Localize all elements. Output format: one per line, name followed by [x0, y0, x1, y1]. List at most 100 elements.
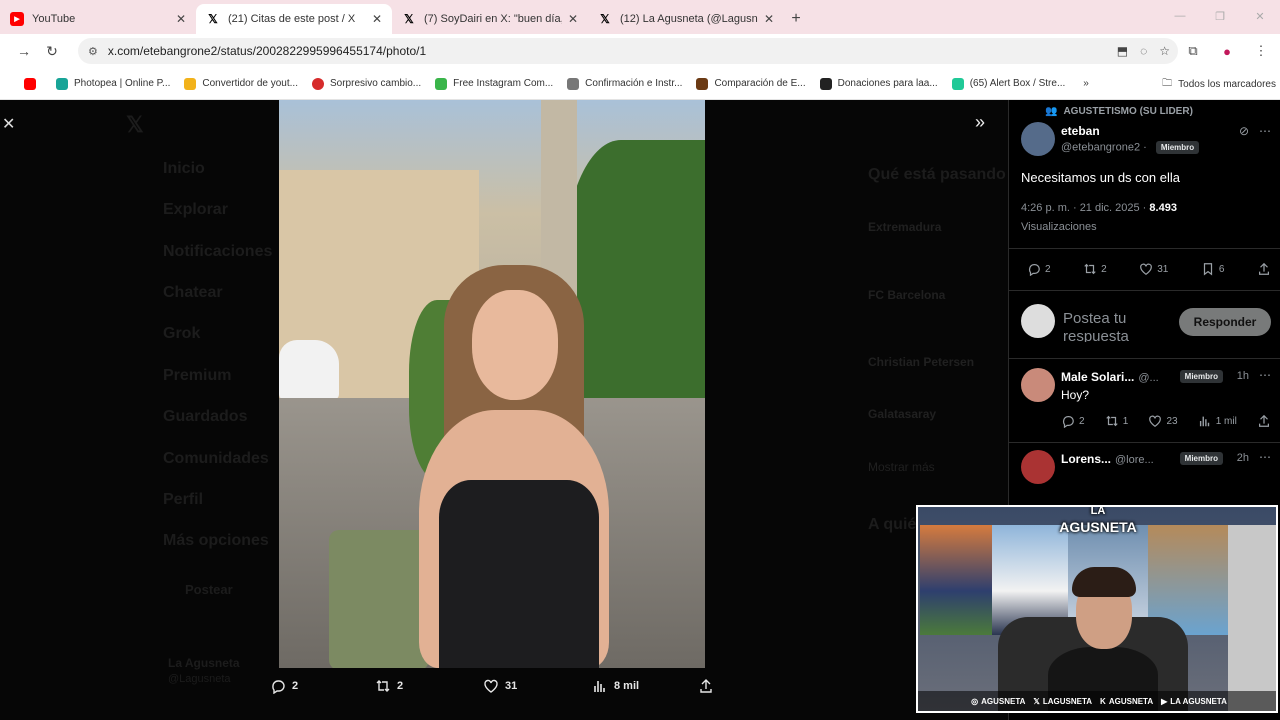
bookmarks-overflow-icon[interactable]: »: [1083, 78, 1089, 89]
repost-button[interactable]: 1: [1105, 414, 1128, 428]
like-button[interactable]: 31: [1139, 262, 1168, 276]
bookmark-star-icon[interactable]: ☆: [1159, 44, 1170, 58]
photo-action-bar: 2 2 31 8 mil: [0, 678, 1000, 702]
extensions-icon[interactable]: ⧉: [1180, 38, 1206, 64]
bookmark-item[interactable]: Convertidor de yout...: [184, 77, 298, 90]
collapse-panel-icon[interactable]: »: [975, 112, 985, 133]
reply-button[interactable]: 2: [1027, 262, 1051, 276]
like-button[interactable]: 31: [483, 678, 517, 694]
share-button[interactable]: [698, 678, 714, 694]
address-bar[interactable]: ⚙ x.com/etebangrone2/status/200282299599…: [78, 38, 1178, 64]
tab-citas-post[interactable]: 𝕏 (21) Citas de este post / X ✕: [196, 4, 392, 34]
divider: [1009, 248, 1280, 249]
nav-item-perfil[interactable]: Perfil: [163, 491, 203, 509]
nav-item-comunidades[interactable]: Comunidades: [163, 450, 269, 468]
post-time[interactable]: 4:26 p. m. · 21 dic. 2025 ·: [1021, 202, 1149, 214]
menu-icon[interactable]: ⋮: [1248, 38, 1274, 64]
grok-icon[interactable]: ⊘: [1239, 124, 1249, 138]
bookmark-item[interactable]: Donaciones para laa...: [819, 77, 938, 90]
avatar[interactable]: [1021, 368, 1055, 402]
bookmark-item[interactable]: Free Instagram Com...: [435, 77, 553, 90]
trend-item[interactable]: Galatasaray: [868, 407, 936, 421]
tab-la-agusneta[interactable]: 𝕏 (12) La Agusneta (@Lagusneta) ✕: [588, 4, 784, 34]
nav-item-explorar[interactable]: Explorar: [163, 201, 228, 219]
forward-icon[interactable]: →: [10, 37, 38, 65]
nav-item-premium[interactable]: Premium: [163, 367, 231, 385]
author-handle[interactable]: @etebangrone2: [1061, 141, 1140, 153]
reply-submit-button[interactable]: Responder: [1179, 308, 1271, 336]
nav-item-guardados[interactable]: Guardados: [163, 408, 247, 426]
all-bookmarks-folder[interactable]: 🗀 Todos los marcadores: [1162, 76, 1276, 93]
reply-time[interactable]: 1h: [1237, 370, 1249, 382]
reply-button[interactable]: 2: [270, 678, 298, 694]
post-button[interactable]: Postear: [185, 582, 233, 597]
reply-author-handle[interactable]: @lore...: [1115, 454, 1154, 466]
folder-icon: 🗀: [1162, 78, 1173, 89]
like-button[interactable]: 23: [1148, 414, 1178, 428]
browser-tab-bar: ▶ YouTube ✕ 𝕏 (21) Citas de este post / …: [0, 0, 1280, 34]
bookmark-item[interactable]: Photopea | Online P...: [56, 77, 170, 90]
donation-icon: [819, 77, 832, 90]
show-more-link[interactable]: Mostrar más: [868, 460, 935, 474]
more-options-icon[interactable]: ⋯: [1259, 124, 1271, 138]
nav-item-mas-opciones[interactable]: Más opciones: [163, 532, 269, 550]
site-info-icon[interactable]: ⚙: [88, 45, 98, 58]
community-label[interactable]: 👥 AGUSTETISMO (SU LIDER): [1045, 106, 1193, 117]
bookmark-item[interactable]: Sorpresivo cambio...: [311, 77, 421, 90]
repost-button[interactable]: 2: [375, 678, 403, 694]
trend-item[interactable]: FC Barcelona: [868, 288, 945, 302]
install-app-icon[interactable]: ⬒: [1117, 44, 1128, 58]
reply-author-name[interactable]: Male Solari...: [1061, 370, 1134, 384]
new-tab-button[interactable]: +: [784, 4, 808, 34]
reply-icon: [272, 680, 285, 694]
minimize-icon[interactable]: —: [1160, 0, 1200, 32]
reply-button[interactable]: 2: [1061, 414, 1085, 428]
tab-youtube[interactable]: ▶ YouTube ✕: [0, 4, 196, 34]
bookmark-button[interactable]: 6: [1201, 262, 1224, 276]
nav-item-grok[interactable]: Grok: [163, 325, 200, 343]
close-tab-icon[interactable]: ✕: [764, 12, 774, 26]
profile-name[interactable]: La Agusneta: [168, 656, 240, 670]
author-name[interactable]: eteban: [1061, 124, 1100, 138]
bookmark-icon: [1203, 263, 1213, 276]
bookmark-item[interactable]: Comparación de E...: [696, 77, 806, 90]
more-options-icon[interactable]: ⋯: [1259, 450, 1271, 464]
channel-logo: LA AGUSNETA: [1058, 507, 1138, 543]
reload-icon[interactable]: ↻: [38, 37, 66, 65]
views-button[interactable]: 8 mil: [592, 678, 639, 694]
close-viewer-icon[interactable]: ✕: [2, 114, 15, 134]
reply-item[interactable]: Male Solari... @... Miembro 1h ⋯ Hoy? 2 1…: [1021, 368, 1271, 438]
maximize-icon[interactable]: ❐: [1200, 0, 1240, 32]
close-window-icon[interactable]: ✕: [1240, 0, 1280, 32]
profile-icon[interactable]: ●: [1214, 38, 1240, 64]
nav-item-inicio[interactable]: Inicio: [163, 160, 205, 178]
views-button[interactable]: 1 mil: [1198, 414, 1237, 428]
repost-button[interactable]: 2: [1083, 262, 1107, 276]
alert-box-icon: [951, 77, 964, 90]
post-photo[interactable]: [279, 100, 705, 668]
reply-author-handle[interactable]: @...: [1138, 372, 1158, 384]
tracking-icon[interactable]: ◌: [1140, 44, 1147, 58]
avatar[interactable]: [1021, 450, 1055, 484]
reply-author-line: Male Solari... @...: [1061, 370, 1159, 384]
share-button[interactable]: [1257, 262, 1271, 276]
avatar[interactable]: [1021, 122, 1055, 156]
nav-item-notificaciones[interactable]: Notificaciones: [163, 243, 272, 261]
trend-item[interactable]: Christian Petersen: [868, 355, 974, 369]
tab-title: (21) Citas de este post / X: [228, 13, 356, 25]
reply-time[interactable]: 2h: [1237, 452, 1249, 464]
nav-item-chatear[interactable]: Chatear: [163, 284, 223, 302]
reply-input[interactable]: Postea tu respuesta: [1063, 310, 1173, 342]
youtube-icon: ▶: [10, 12, 24, 26]
bookmark-youtube[interactable]: [24, 77, 42, 90]
reply-author-name[interactable]: Lorens...: [1061, 452, 1111, 466]
close-tab-icon[interactable]: ✕: [372, 12, 382, 26]
close-tab-icon[interactable]: ✕: [176, 12, 186, 26]
share-button[interactable]: [1257, 414, 1271, 428]
more-options-icon[interactable]: ⋯: [1259, 368, 1271, 382]
bookmark-item[interactable]: (65) Alert Box / Stre...: [951, 77, 1065, 90]
close-tab-icon[interactable]: ✕: [568, 12, 578, 26]
tab-soydairi[interactable]: 𝕏 (7) SoyDairi en X: "buen día, he ✕: [392, 4, 588, 34]
bookmark-item[interactable]: Confirmación e Instr...: [567, 77, 682, 90]
trend-item[interactable]: Extremadura: [868, 220, 941, 234]
